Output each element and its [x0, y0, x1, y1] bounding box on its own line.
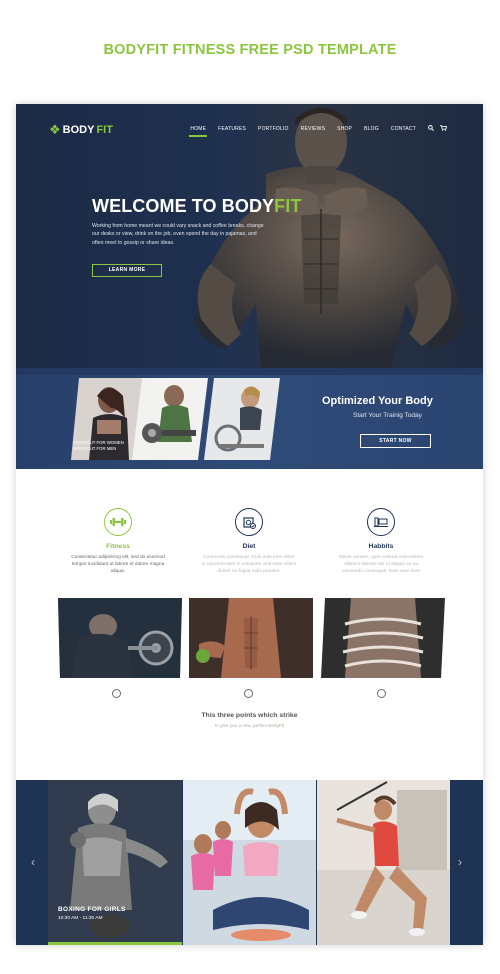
- logo-mark-icon: ❖: [49, 122, 61, 137]
- main-nav: HOME FEATURES PORTFOLIO REVIEWS SHOP BLO…: [184, 125, 448, 137]
- start-now-button[interactable]: START NOW: [360, 434, 431, 448]
- nav-item-home[interactable]: HOME: [184, 126, 212, 137]
- feature-diet: Diet Commodo consequat. Duis aute irure …: [189, 508, 309, 575]
- radio-habbits[interactable]: [377, 689, 386, 698]
- hero-title-accent: FIT: [274, 196, 302, 216]
- active-class-indicator: [48, 942, 182, 945]
- hero-section: ❖ BODY FIT HOME FEATURES PORTFOLIO REVIEW…: [16, 104, 483, 368]
- feature-fitness: Fitness Consectetur adipisicing elit, se…: [58, 508, 178, 575]
- nav-item-contact[interactable]: CONTACT: [385, 126, 422, 132]
- band-caption: WORKOUT FOR WOMEN WORKOUT FOR MEN: [73, 440, 124, 452]
- strike-sub-prefix: to give you a new, perfect Body: [215, 723, 279, 728]
- page-title: BODYFIT FITNESS FREE PSD TEMPLATE: [103, 42, 397, 58]
- feature-habbits: Habbits Minim veniam, quis nostrud exerc…: [321, 508, 441, 575]
- habbits-image: [321, 598, 445, 678]
- template-preview: ❖ BODY FIT HOME FEATURES PORTFOLIO REVIEW…: [16, 104, 483, 945]
- nav-item-features[interactable]: FEATURES: [212, 126, 252, 132]
- band-top-strip: [16, 368, 483, 375]
- band-subtitle: Start Your Trainig Today: [353, 412, 422, 419]
- feature-title: Fitness: [106, 543, 130, 550]
- treadmill-icon: [367, 508, 395, 536]
- diet-plate-icon: [235, 508, 263, 536]
- strike-title: This three points which strike: [201, 712, 298, 719]
- strike-sub-accent: Fit: [278, 723, 284, 728]
- training-class-image[interactable]: [317, 780, 450, 945]
- feature-title: Diet: [242, 543, 256, 550]
- feature-description: Consectetur adipisicing elit, sed do eiu…: [71, 555, 165, 574]
- search-icon[interactable]: [422, 125, 435, 133]
- feature-description: Minim veniam, quis nostrud exercitation …: [338, 555, 424, 574]
- logo-text-fit: FIT: [96, 124, 113, 136]
- nav-item-shop[interactable]: SHOP: [331, 126, 358, 132]
- yoga-class-image[interactable]: [183, 780, 316, 945]
- learn-more-button[interactable]: LEARN MORE: [92, 264, 162, 277]
- diet-image: [189, 598, 313, 678]
- nav-item-reviews[interactable]: REVIEWS: [295, 126, 331, 132]
- dumbbell-icon: [104, 508, 132, 536]
- logo[interactable]: ❖ BODY FIT: [49, 122, 113, 138]
- feature-description: Commodo consequat. Duis aute irure dolor…: [201, 555, 297, 574]
- hero-title: WELCOME TO BODYFIT: [92, 196, 301, 217]
- optimized-band: WORKOUT FOR WOMEN WORKOUT FOR MEN Optimi…: [16, 368, 483, 469]
- nav-item-blog[interactable]: BLOG: [358, 126, 385, 132]
- nav-item-portfolio[interactable]: PORTFOLIO: [252, 126, 295, 132]
- chevron-left-icon[interactable]: ‹: [31, 855, 35, 869]
- strike-subtitle: to give you a new, perfect BodyFit: [16, 723, 483, 728]
- logo-text-body: BODY: [62, 124, 95, 136]
- radio-fitness[interactable]: [112, 689, 121, 698]
- workout-men-image: [132, 378, 208, 460]
- class-title: BOXING FOR GIRLS: [58, 906, 126, 913]
- caption-men: WORKOUT FOR MEN: [73, 446, 117, 451]
- radio-diet[interactable]: [244, 689, 253, 698]
- hero-title-main: WELCOME TO BODY: [92, 196, 275, 216]
- feature-title: Habbits: [368, 543, 394, 550]
- hero-description: Working from home meant we could vary sn…: [92, 223, 264, 246]
- class-time: 10:30 AM - 11:30 AM: [58, 916, 103, 921]
- band-title: Optimized Your Body: [322, 395, 433, 407]
- cart-icon[interactable]: [434, 125, 448, 133]
- chevron-right-icon[interactable]: ›: [458, 855, 462, 869]
- workout-machine-image: [204, 378, 280, 460]
- classes-slider: ‹ › BOXING FOR GIRLS 10:30 AM - 11:30 AM: [16, 780, 483, 945]
- fitness-image: [58, 598, 182, 678]
